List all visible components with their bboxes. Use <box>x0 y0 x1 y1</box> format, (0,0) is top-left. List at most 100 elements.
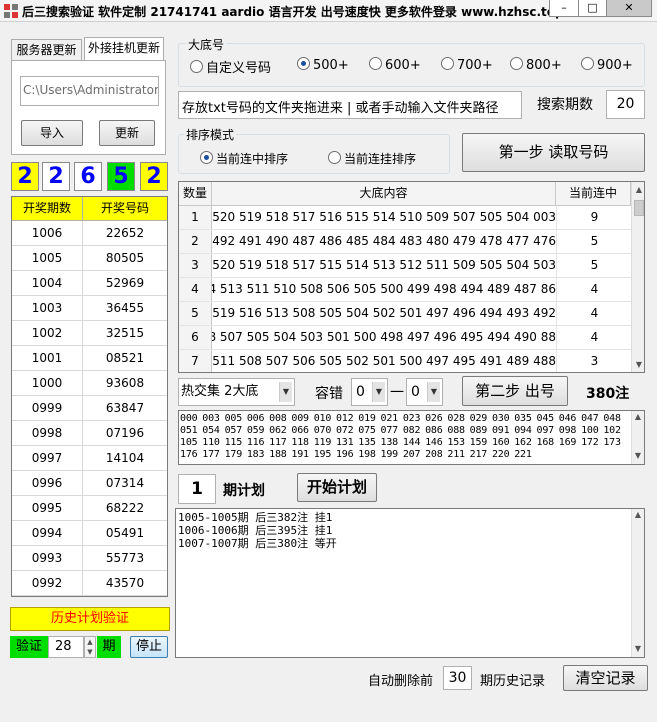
scroll-up-icon[interactable]: ▲ <box>634 185 644 194</box>
numbers-scrollbar[interactable]: ▲ ▼ <box>631 411 644 464</box>
path-input[interactable]: C:\Users\Administrator\ <box>20 76 159 106</box>
chevron-down-icon[interactable]: ▼ <box>372 382 385 402</box>
chevron-down-icon[interactable]: ▼ <box>279 382 292 402</box>
number-cell: 08521 <box>105 351 145 365</box>
stop-button[interactable]: 停止 <box>130 636 168 658</box>
plan-periods-input[interactable]: 1 <box>178 474 216 504</box>
scroll-thumb[interactable] <box>634 200 644 216</box>
step1-read-button[interactable]: 第一步 读取号码 <box>462 133 645 172</box>
count-cell: 3 <box>179 254 212 277</box>
radio-icon[interactable] <box>510 57 523 70</box>
sort-mode-legend: 排序模式 <box>184 126 237 143</box>
table-row[interactable]: 4 86 487 489 494 498 499 500 505 506 508 … <box>179 278 631 302</box>
period-cell: 1001 <box>12 346 83 370</box>
count-cell: 4 <box>179 278 212 301</box>
scroll-down-icon[interactable]: ▼ <box>634 360 644 369</box>
scroll-up-icon[interactable]: ▲ <box>633 510 643 519</box>
search-periods-input[interactable]: 20 <box>606 90 645 119</box>
table-row[interactable]: 5 492 493 494 496 497 501 502 504 505 508… <box>179 302 631 326</box>
plan-scrollbar[interactable]: ▲ ▼ <box>631 509 644 657</box>
spin-up-icon[interactable]: ▲ <box>85 637 95 647</box>
column-header-content: 大底内容 <box>212 182 556 206</box>
chevron-down-icon[interactable]: ▼ <box>427 382 440 402</box>
radio-label: 500+ <box>313 58 349 73</box>
radio-icon[interactable] <box>581 57 594 70</box>
radio-icon[interactable] <box>441 57 454 70</box>
tab-server-update[interactable]: 服务器更新 <box>11 39 82 61</box>
tab-plugin-update[interactable]: 外接挂机更新 <box>84 37 164 61</box>
folder-path-input[interactable]: 存放txt号码的文件夹拖进来 | 或者手动输入文件夹路径 <box>178 91 522 119</box>
base-number-table[interactable]: 数量 大底内容 当前连中 1 003 504 505 507 509 510 51… <box>178 181 645 373</box>
table-row[interactable]: 0993 55773 <box>12 546 167 571</box>
radio-sort-option[interactable]: 当前连中排序 <box>200 150 288 166</box>
tolerance-from-select[interactable]: 0 ▼ <box>351 378 388 406</box>
table-row[interactable]: 1006 22652 <box>12 221 167 246</box>
close-button[interactable]: ✕ <box>606 0 652 17</box>
table-row[interactable]: 1004 52969 <box>12 271 167 296</box>
scroll-down-icon[interactable]: ▼ <box>633 451 643 460</box>
radio-icon[interactable] <box>369 57 382 70</box>
tolerance-to-value: 0 <box>411 384 420 400</box>
table-row[interactable]: 0998 07196 <box>12 421 167 446</box>
period-cell: 0992 <box>12 571 83 595</box>
table-row[interactable]: 1 003 504 505 507 509 510 514 515 516 517… <box>179 206 631 230</box>
step2-output-button[interactable]: 第二步 出号 <box>462 376 568 406</box>
count-cell: 1 <box>179 206 212 229</box>
start-plan-button[interactable]: 开始计划 <box>297 473 377 502</box>
radio-base-option[interactable]: 500+ <box>297 57 349 73</box>
table-row[interactable]: 7 488 489 491 495 497 500 501 502 505 506… <box>179 350 631 372</box>
radio-icon[interactable] <box>190 60 203 73</box>
import-button[interactable]: 导入 <box>21 120 83 146</box>
number-cell: 07314 <box>105 476 145 490</box>
digit-box: 6 <box>74 162 102 191</box>
radio-base-option[interactable]: 自定义号码 <box>190 57 271 76</box>
scroll-up-icon[interactable]: ▲ <box>633 412 643 421</box>
table-row[interactable]: 1002 32515 <box>12 321 167 346</box>
draw-history-table[interactable]: 开奖期数 开奖号码 1006 22652 1005 80505 1004 52969 100… <box>11 196 168 597</box>
table-row[interactable]: 6 88 490 494 495 496 497 498 500 501 503 … <box>179 326 631 350</box>
radio-base-option[interactable]: 700+ <box>441 57 493 73</box>
table-row[interactable]: 0992 43570 <box>12 571 167 596</box>
output-numbers-area[interactable]: 000 003 005 006 008 009 010 012 019 021 … <box>178 410 645 465</box>
auto-delete-input[interactable]: 30 <box>443 666 472 690</box>
radio-icon[interactable] <box>297 57 310 70</box>
verify-periods-input[interactable]: 28 <box>48 636 84 658</box>
radio-sort-option[interactable]: 当前连挂排序 <box>328 150 416 166</box>
column-header-number: 开奖号码 <box>83 197 167 221</box>
table-row[interactable]: 0997 14104 <box>12 446 167 471</box>
history-verify-button[interactable]: 历史计划验证 <box>10 607 170 631</box>
period-cell: 1005 <box>12 246 83 270</box>
table-row[interactable]: 0994 05491 <box>12 521 167 546</box>
table-row[interactable]: 2 476 477 478 479 480 483 484 485 486 487… <box>179 230 631 254</box>
radio-icon[interactable] <box>328 151 341 164</box>
radio-base-option[interactable]: 900+ <box>581 57 633 73</box>
verify-spinner[interactable]: ▲ ▼ <box>84 636 96 658</box>
table-row[interactable]: 3 503 504 505 509 511 512 513 514 515 517… <box>179 254 631 278</box>
table-row[interactable]: 1001 08521 <box>12 346 167 371</box>
table-row[interactable]: 0996 07314 <box>12 471 167 496</box>
scroll-down-icon[interactable]: ▼ <box>633 644 643 653</box>
tolerance-to-select[interactable]: 0 ▼ <box>406 378 443 406</box>
update-button[interactable]: 更新 <box>99 120 155 146</box>
maximize-button[interactable]: □ <box>578 0 607 17</box>
table-row[interactable]: 0999 63847 <box>12 396 167 421</box>
table-row[interactable]: 1003 36455 <box>12 296 167 321</box>
radio-base-option[interactable]: 600+ <box>369 57 421 73</box>
radio-icon[interactable] <box>200 151 213 164</box>
note-count: 380注 <box>586 386 630 402</box>
radio-label: 当前连挂排序 <box>344 152 417 166</box>
table-scrollbar[interactable]: ▲ ▼ <box>631 182 644 372</box>
minimize-button[interactable]: – <box>549 0 579 17</box>
period-cell: 0993 <box>12 546 83 570</box>
table-row[interactable]: 0995 68222 <box>12 496 167 521</box>
spin-down-icon[interactable]: ▼ <box>85 647 95 657</box>
hot-intersection-select[interactable]: 热交集 2大底 ▼ <box>178 378 295 406</box>
clear-records-button[interactable]: 清空记录 <box>563 665 648 691</box>
auto-delete-label: 自动删除前 <box>368 674 434 689</box>
plan-log[interactable]: 1005-1005期 后三382注 挂1 1006-1006期 后三395注 挂… <box>175 508 645 658</box>
digit-box: 2 <box>140 162 168 191</box>
streak-cell: 9 <box>556 206 632 229</box>
table-row[interactable]: 1005 80505 <box>12 246 167 271</box>
table-row[interactable]: 1000 93608 <box>12 371 167 396</box>
radio-base-option[interactable]: 800+ <box>510 57 562 73</box>
